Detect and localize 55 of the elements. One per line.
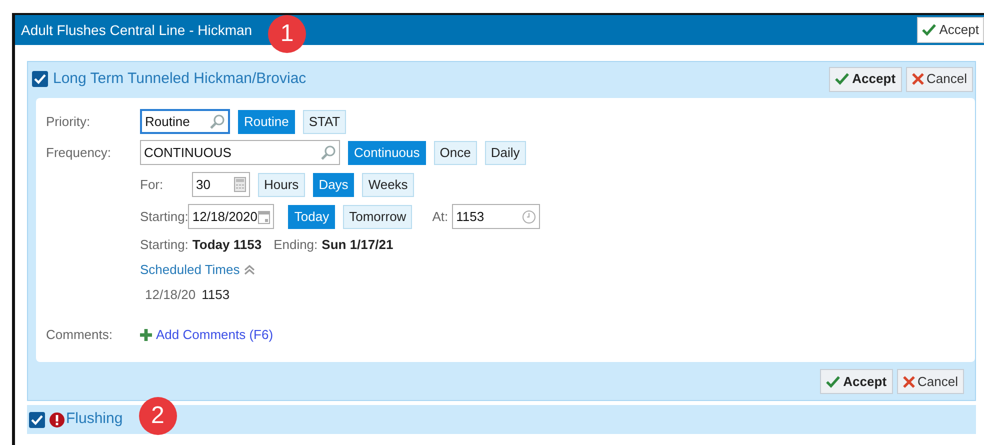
scheduled-times-toggle[interactable]: Scheduled Times bbox=[140, 260, 255, 280]
field-label: Priority: bbox=[46, 112, 92, 131]
cancel-button[interactable]: Cancel bbox=[896, 369, 964, 394]
number-badge: 2 bbox=[138, 396, 177, 434]
clock-icon bbox=[522, 210, 536, 224]
option-button[interactable]: Routine bbox=[238, 110, 295, 134]
option-button[interactable]: Tomorrow bbox=[343, 204, 412, 228]
order-title[interactable]: Flushing bbox=[66, 408, 123, 431]
option-button[interactable]: Once bbox=[434, 140, 477, 164]
checkbox[interactable] bbox=[32, 71, 48, 87]
accept-button[interactable]: Accept bbox=[820, 369, 893, 394]
accept-button[interactable]: Accept bbox=[917, 17, 984, 43]
checkbox[interactable] bbox=[29, 412, 45, 428]
close-icon bbox=[912, 73, 924, 85]
scheduled-date: 12/18/20 bbox=[145, 286, 196, 304]
option-button[interactable]: Weeks bbox=[362, 172, 414, 196]
check-icon bbox=[922, 24, 936, 36]
cancel-button[interactable]: Cancel bbox=[906, 66, 973, 92]
field-label: For: bbox=[140, 176, 164, 194]
window-title: Adult Flushes Central Line - Hickman bbox=[21, 20, 252, 40]
summary-label: Starting: bbox=[140, 236, 188, 254]
option-button[interactable]: Today bbox=[288, 204, 336, 228]
add-comments-link[interactable]: Add Comments (F6) bbox=[140, 325, 274, 345]
close-icon bbox=[902, 376, 915, 388]
field-label: Starting: bbox=[140, 208, 188, 226]
option-button[interactable]: STAT bbox=[302, 110, 346, 134]
field-label: Comments: bbox=[46, 326, 114, 344]
duration-field[interactable]: 30 bbox=[192, 172, 250, 197]
accept-button[interactable]: Accept bbox=[829, 66, 902, 92]
number-badge: 1 bbox=[268, 15, 306, 53]
scheduled-time: 1153 bbox=[202, 286, 230, 304]
search-icon bbox=[320, 144, 336, 160]
calendar-icon bbox=[258, 210, 270, 224]
chevron-up-icon bbox=[244, 265, 255, 275]
calculator-icon bbox=[234, 177, 246, 192]
checkmark-icon bbox=[34, 74, 46, 84]
priority-field[interactable]: Routine bbox=[140, 109, 230, 134]
order-title[interactable]: Long Term Tunneled Hickman/Broviac bbox=[53, 68, 306, 90]
frequency-field[interactable]: CONTINUOUS bbox=[140, 140, 340, 165]
start-value: Today 1153 bbox=[192, 236, 262, 254]
field-label: Frequency: bbox=[46, 144, 112, 162]
option-button[interactable]: Hours bbox=[258, 172, 305, 196]
time-field[interactable]: 1153 bbox=[452, 204, 540, 229]
field-label: At: bbox=[432, 208, 448, 226]
option-button[interactable]: Continuous bbox=[348, 140, 426, 164]
start-date-field[interactable]: 12/18/2020 bbox=[188, 204, 274, 229]
search-icon bbox=[209, 114, 225, 130]
plus-icon bbox=[140, 329, 152, 341]
check-icon bbox=[826, 376, 840, 388]
option-button[interactable]: Days bbox=[312, 172, 354, 196]
option-button[interactable]: Daily bbox=[484, 140, 526, 164]
check-icon bbox=[835, 73, 850, 85]
end-value: Sun 1/17/21 bbox=[322, 236, 394, 254]
checkmark-icon bbox=[31, 414, 43, 424]
summary-label: Ending: bbox=[274, 236, 318, 254]
